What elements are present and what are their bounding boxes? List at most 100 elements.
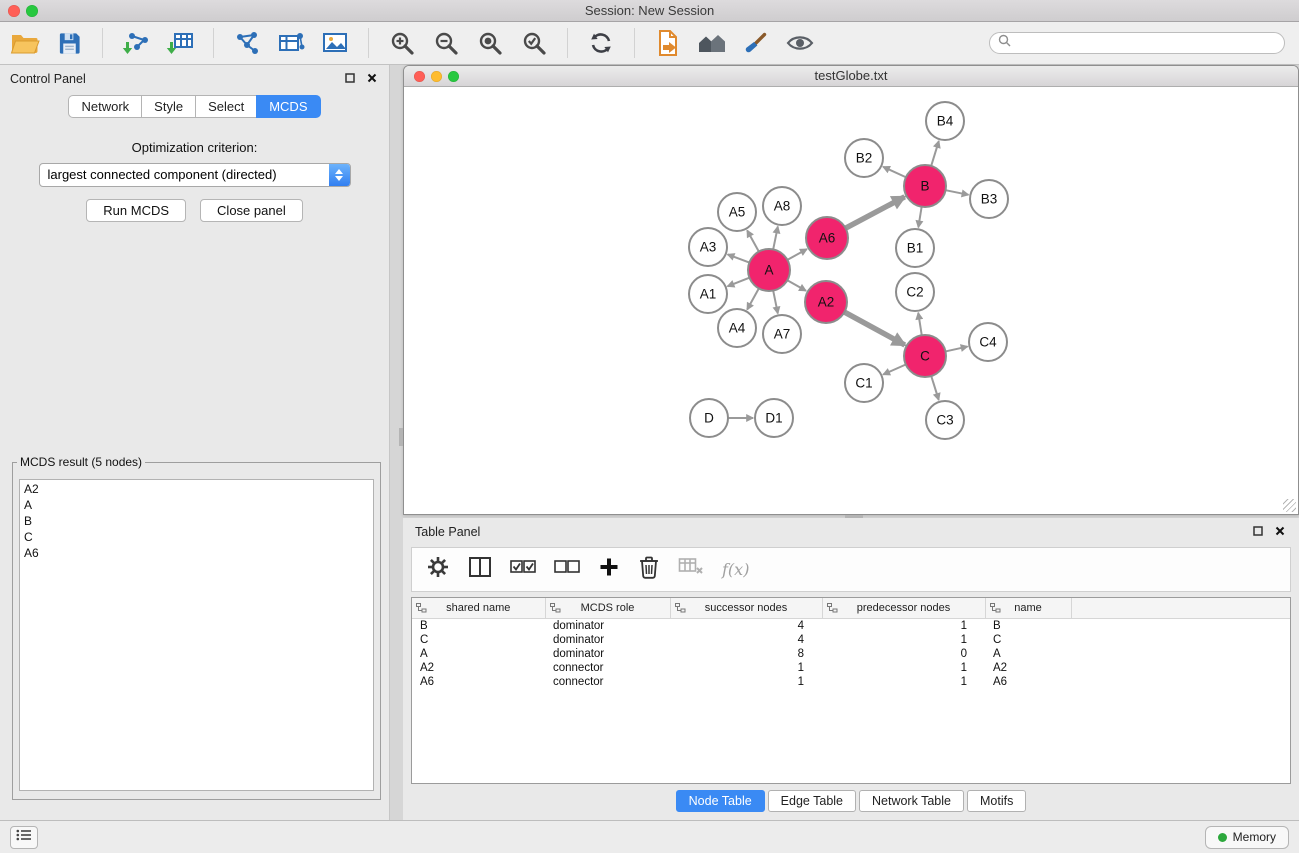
table-cell[interactable]: 4 — [670, 618, 822, 633]
table-cell[interactable]: connector — [545, 661, 670, 675]
table-cell[interactable]: 0 — [822, 647, 985, 661]
tab-node-table[interactable]: Node Table — [676, 790, 765, 812]
table-cell[interactable]: A6 — [985, 675, 1071, 689]
table-cell[interactable]: A2 — [412, 661, 545, 675]
edge-B-B3[interactable] — [946, 190, 969, 195]
edge-A2-C[interactable] — [844, 312, 904, 345]
table-cell[interactable]: dominator — [545, 647, 670, 661]
table-cell[interactable]: A2 — [985, 661, 1071, 675]
table-row[interactable]: Cdominator41C — [412, 633, 1290, 647]
tab-style[interactable]: Style — [141, 95, 195, 118]
column-header-mcds-role[interactable]: MCDS role — [545, 598, 670, 618]
edge-C-C2[interactable] — [918, 313, 922, 336]
edge-A-A5[interactable] — [747, 230, 759, 251]
column-header-predecessor-nodes[interactable]: predecessor nodes — [822, 598, 985, 618]
tab-motifs[interactable]: Motifs — [967, 790, 1026, 812]
table-cell[interactable]: 1 — [822, 675, 985, 689]
network-canvas-area[interactable]: B4B2BB3A5A8A6B1A3AC2A1A2A4A7C4CC1C3DD1 — [404, 87, 1298, 514]
table-cell[interactable]: C — [985, 633, 1071, 647]
node-D1[interactable]: D1 — [755, 399, 793, 437]
edge-C-C3[interactable] — [931, 376, 938, 400]
close-panel-icon[interactable] — [367, 72, 377, 86]
delete-icon[interactable] — [638, 555, 660, 584]
node-C[interactable]: C — [904, 335, 946, 377]
node-C3[interactable]: C3 — [926, 401, 964, 439]
table-row[interactable]: Bdominator41B — [412, 618, 1290, 633]
node-B1[interactable]: B1 — [896, 229, 934, 267]
tab-mcds[interactable]: MCDS — [256, 95, 320, 118]
search-input[interactable] — [1016, 35, 1276, 51]
table-cell[interactable]: 8 — [670, 647, 822, 661]
zoom-out-icon[interactable] — [431, 27, 461, 59]
table-cell[interactable]: B — [985, 618, 1071, 633]
mcds-result-item[interactable]: A2 — [20, 481, 373, 497]
run-mcds-button[interactable]: Run MCDS — [86, 199, 186, 222]
memory-button[interactable]: Memory — [1205, 826, 1289, 849]
close-panel-button[interactable]: Close panel — [200, 199, 303, 222]
table-cell[interactable]: A — [412, 647, 545, 661]
zoom-selected-icon[interactable] — [519, 27, 549, 59]
node-A7[interactable]: A7 — [763, 315, 801, 353]
columns-icon[interactable] — [468, 556, 492, 583]
table-cell[interactable]: C — [412, 633, 545, 647]
network-close-button[interactable] — [414, 71, 425, 82]
vertical-splitter-handle[interactable] — [399, 428, 403, 446]
network-minimize-button[interactable] — [431, 71, 442, 82]
node-A5[interactable]: A5 — [718, 193, 756, 231]
table-cell[interactable]: dominator — [545, 633, 670, 647]
edge-A-A4[interactable] — [747, 288, 759, 309]
tab-network[interactable]: Network — [68, 95, 141, 118]
edge-A-A6[interactable] — [787, 249, 806, 260]
column-header-shared-name[interactable]: shared name — [412, 598, 545, 618]
node-A2[interactable]: A2 — [805, 281, 847, 323]
mcds-result-item[interactable]: C — [20, 529, 373, 545]
edge-B-B2[interactable] — [883, 167, 906, 177]
folder-open-icon[interactable] — [10, 27, 40, 59]
edge-A-A3[interactable] — [728, 254, 750, 262]
node-A4[interactable]: A4 — [718, 309, 756, 347]
edge-B-B4[interactable] — [931, 141, 939, 166]
edge-B-B1[interactable] — [918, 207, 921, 228]
mcds-result-item[interactable]: A — [20, 497, 373, 513]
import-table-icon[interactable] — [165, 27, 195, 59]
edge-A6-B[interactable] — [846, 197, 905, 228]
close-panel-icon[interactable] — [1275, 525, 1285, 539]
document-export-icon[interactable] — [653, 27, 683, 59]
eye-icon[interactable] — [785, 27, 815, 59]
task-history-button[interactable] — [10, 826, 38, 849]
node-B[interactable]: B — [904, 165, 946, 207]
node-C1[interactable]: C1 — [845, 364, 883, 402]
brush-icon[interactable] — [741, 27, 771, 59]
refresh-icon[interactable] — [586, 27, 616, 59]
node-A1[interactable]: A1 — [689, 275, 727, 313]
zoom-in-icon[interactable] — [387, 27, 417, 59]
tab-edge-table[interactable]: Edge Table — [768, 790, 856, 812]
table-cell[interactable]: 1 — [670, 675, 822, 689]
node-B3[interactable]: B3 — [970, 180, 1008, 218]
node-A6[interactable]: A6 — [806, 217, 848, 259]
float-panel-icon[interactable] — [1253, 525, 1263, 539]
table-cell[interactable]: 1 — [670, 661, 822, 675]
node-C4[interactable]: C4 — [969, 323, 1007, 361]
mcds-result-item[interactable]: B — [20, 513, 373, 529]
close-window-button[interactable] — [8, 5, 20, 17]
home-icon[interactable] — [697, 27, 727, 59]
table-cell[interactable]: A — [985, 647, 1071, 661]
function-builder-icon[interactable]: f(x) — [722, 560, 749, 579]
select-all-icon[interactable] — [510, 559, 536, 580]
settings-icon[interactable] — [426, 555, 450, 584]
optimization-select[interactable]: largest connected component (directed) — [39, 163, 351, 187]
edge-A-A8[interactable] — [773, 227, 778, 250]
image-export-icon[interactable] — [320, 27, 350, 59]
node-A3[interactable]: A3 — [689, 228, 727, 266]
tab-select[interactable]: Select — [195, 95, 256, 118]
node-A8[interactable]: A8 — [763, 187, 801, 225]
node-A[interactable]: A — [748, 249, 790, 291]
deselect-all-icon[interactable] — [554, 559, 580, 580]
node-B4[interactable]: B4 — [926, 102, 964, 140]
import-network-icon[interactable] — [121, 27, 151, 59]
table-cell[interactable]: 1 — [822, 633, 985, 647]
column-header-name[interactable]: name — [985, 598, 1071, 618]
add-icon[interactable] — [598, 556, 620, 583]
node-B2[interactable]: B2 — [845, 139, 883, 177]
